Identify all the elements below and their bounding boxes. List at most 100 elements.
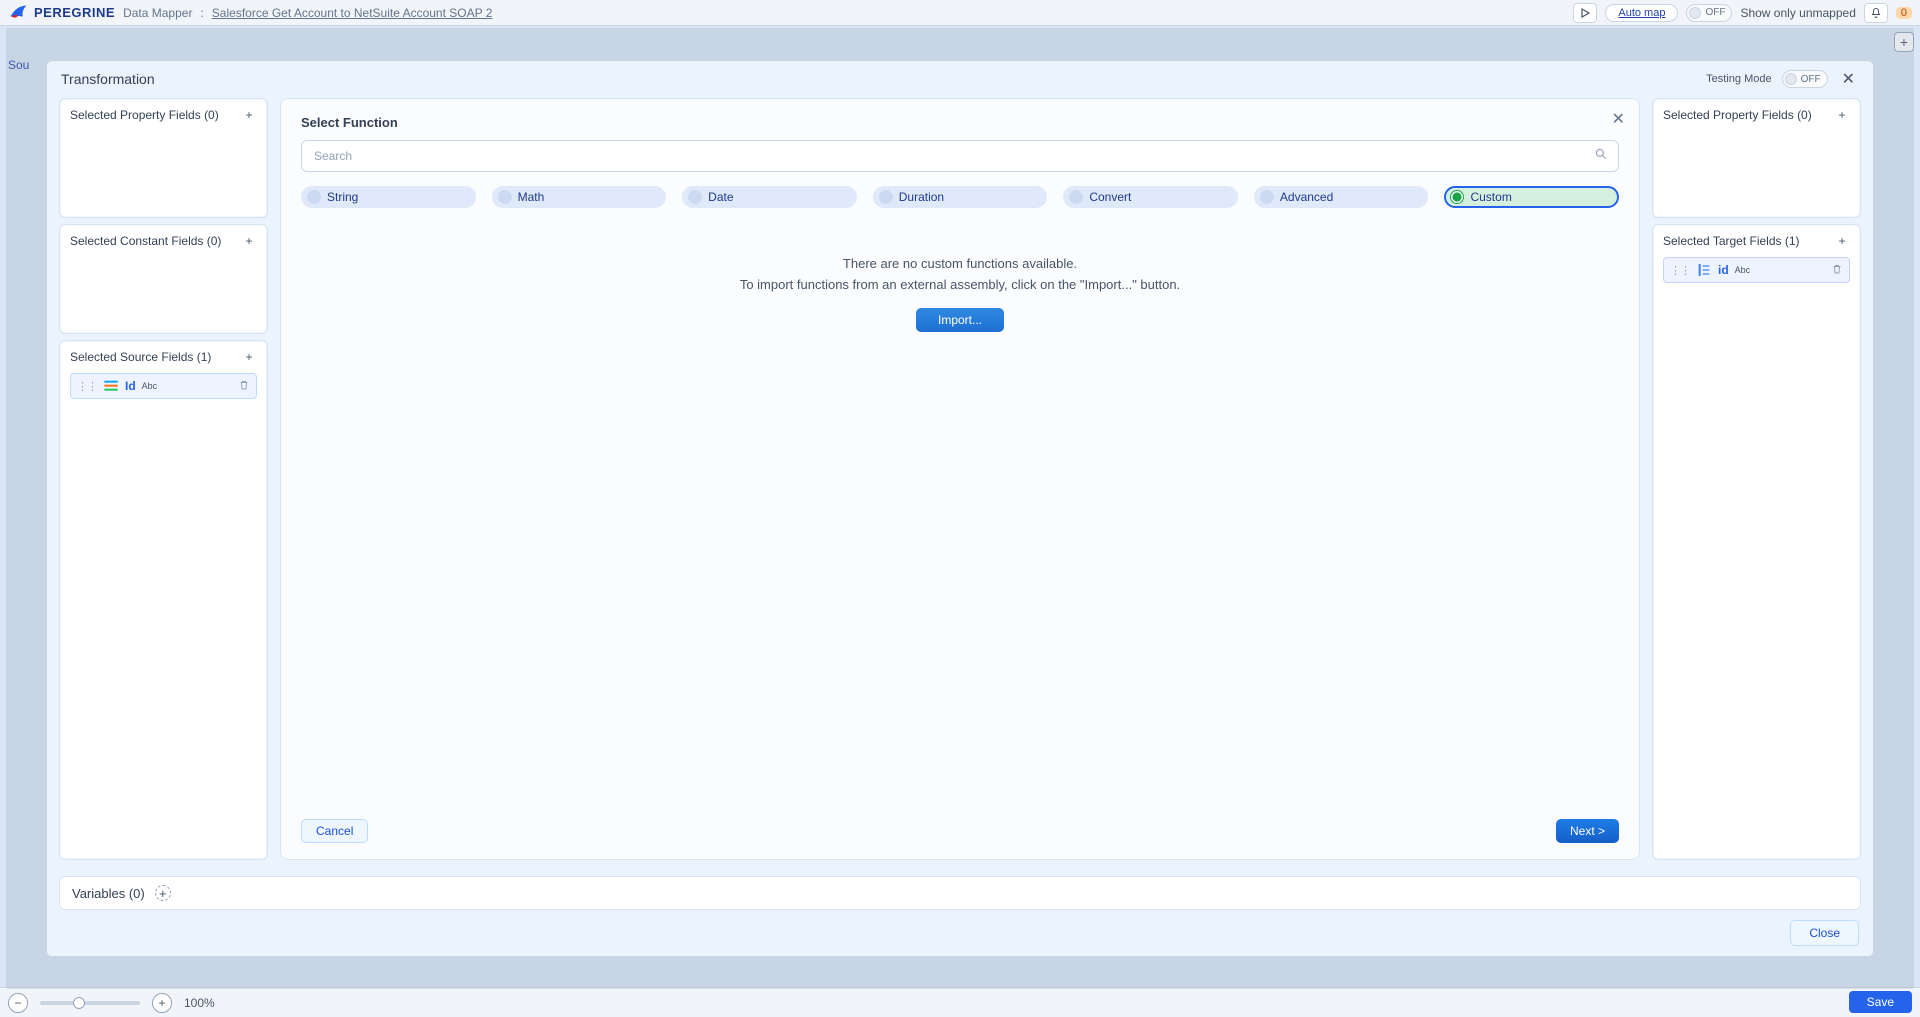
empty-state: There are no custom functions available.… — [301, 208, 1619, 809]
modal-header: Transformation Testing Mode OFF ✕ — [47, 61, 1873, 98]
crumb-title[interactable]: Salesforce Get Account to NetSuite Accou… — [212, 6, 493, 20]
off-toggle[interactable]: OFF — [1686, 4, 1732, 22]
automap-button[interactable]: Auto map — [1605, 4, 1678, 22]
category-duration[interactable]: Duration — [873, 186, 1048, 208]
close-button[interactable]: Close — [1790, 920, 1859, 946]
testing-mode-value: OFF — [1801, 74, 1821, 85]
category-label: String — [327, 190, 358, 204]
zoom-out-button[interactable]: − — [8, 993, 28, 1013]
category-convert[interactable]: Convert — [1063, 186, 1238, 208]
radio-icon — [1260, 190, 1274, 204]
right-column: Selected Property Fields (0) + Selected … — [1652, 98, 1861, 860]
zoom-slider[interactable] — [40, 1001, 140, 1005]
notifications-button[interactable] — [1864, 3, 1888, 23]
right-target-panel: Selected Target Fields (1) + ⋮⋮ id Abc — [1652, 224, 1861, 860]
app-footer: − + 100% Save — [0, 987, 1920, 1017]
category-label: Custom — [1470, 190, 1511, 204]
radio-icon — [879, 190, 893, 204]
transformation-modal: Transformation Testing Mode OFF ✕ Select… — [46, 60, 1874, 957]
warning-count[interactable]: 0 — [1896, 7, 1912, 19]
empty-line-2: To import functions from an external ass… — [740, 277, 1180, 292]
add-property-button[interactable]: + — [241, 107, 257, 123]
crumb-section: Data Mapper — [123, 6, 192, 20]
search-function-input[interactable] — [312, 141, 1594, 171]
peregrine-icon — [8, 2, 30, 24]
cancel-button[interactable]: Cancel — [301, 819, 368, 843]
left-property-panel: Selected Property Fields (0) + — [59, 98, 268, 218]
card-close-button[interactable]: ✕ — [1612, 109, 1625, 129]
add-target-button[interactable]: + — [1834, 233, 1850, 249]
left-constant-title: Selected Constant Fields (0) — [70, 234, 221, 248]
play-icon — [1580, 8, 1590, 18]
category-math[interactable]: Math — [492, 186, 667, 208]
radio-icon — [498, 190, 512, 204]
salesforce-icon — [103, 378, 119, 394]
add-source-button[interactable]: + — [241, 349, 257, 365]
category-label: Advanced — [1280, 190, 1333, 204]
modal-overlay: Transformation Testing Mode OFF ✕ Select… — [6, 28, 1914, 989]
modal-footer: Close — [47, 910, 1873, 956]
next-button[interactable]: Next > — [1556, 819, 1619, 843]
save-button[interactable]: Save — [1849, 991, 1912, 1013]
slider-thumb-icon — [73, 997, 85, 1009]
left-source-panel: Selected Source Fields (1) + ⋮⋮ Id Abc — [59, 340, 268, 860]
brand-logo: PEREGRINE — [8, 2, 115, 24]
add-constant-button[interactable]: + — [241, 233, 257, 249]
radio-icon — [688, 190, 702, 204]
variables-bar: Variables (0) + — [59, 876, 1861, 910]
left-column: Selected Property Fields (0) + Selected … — [59, 98, 268, 860]
add-variable-button[interactable]: + — [155, 885, 171, 901]
right-target-title: Selected Target Fields (1) — [1663, 234, 1800, 248]
testing-mode-toggle[interactable]: OFF — [1782, 70, 1828, 88]
empty-line-1: There are no custom functions available. — [843, 256, 1077, 271]
right-property-panel: Selected Property Fields (0) + — [1652, 98, 1861, 218]
drag-handle-icon[interactable]: ⋮⋮ — [1670, 264, 1690, 277]
category-custom[interactable]: Custom — [1444, 186, 1619, 208]
drag-handle-icon[interactable]: ⋮⋮ — [77, 380, 97, 393]
target-field-id: id — [1718, 263, 1729, 277]
center-column: Select Function ✕ String Math Date Duration… — [280, 98, 1640, 860]
testing-mode-label: Testing Mode — [1706, 73, 1771, 85]
trash-icon — [1831, 263, 1843, 275]
zoom-in-button[interactable]: + — [152, 993, 172, 1013]
category-advanced[interactable]: Advanced — [1254, 186, 1429, 208]
card-footer: Cancel Next > — [301, 809, 1619, 843]
search-icon — [1594, 147, 1608, 166]
target-field-type: Abc — [1735, 265, 1751, 275]
left-constant-panel: Selected Constant Fields (0) + — [59, 224, 268, 334]
category-date[interactable]: Date — [682, 186, 857, 208]
category-label: Math — [518, 190, 545, 204]
right-property-title: Selected Property Fields (0) — [1663, 108, 1812, 122]
bell-icon — [1870, 7, 1882, 19]
trash-icon — [238, 379, 250, 391]
source-field-chip[interactable]: ⋮⋮ Id Abc — [70, 373, 257, 399]
radio-icon — [1069, 190, 1083, 204]
modal-close-icon[interactable]: ✕ — [1838, 69, 1859, 89]
select-function-card: Select Function ✕ String Math Date Duration… — [280, 98, 1640, 860]
select-function-title: Select Function — [301, 115, 1619, 130]
source-field-id: Id — [125, 379, 136, 393]
remove-target-field-button[interactable] — [1831, 263, 1843, 278]
app-top-bar: PEREGRINE Data Mapper : Salesforce Get A… — [0, 0, 1920, 26]
source-field-type: Abc — [142, 381, 158, 391]
show-unmapped-label: Show only unmapped — [1740, 6, 1855, 20]
left-source-title: Selected Source Fields (1) — [70, 350, 211, 364]
category-label: Convert — [1089, 190, 1131, 204]
search-function-wrap — [301, 140, 1619, 172]
category-label: Duration — [899, 190, 944, 204]
toggle-dot-icon — [1785, 73, 1797, 85]
modal-title: Transformation — [61, 71, 155, 87]
modal-body: Selected Property Fields (0) + Selected … — [47, 98, 1873, 868]
category-string[interactable]: String — [301, 186, 476, 208]
radio-icon — [307, 190, 321, 204]
off-toggle-label: OFF — [1705, 7, 1725, 18]
add-right-property-button[interactable]: + — [1834, 107, 1850, 123]
remove-source-field-button[interactable] — [238, 379, 250, 394]
variables-label: Variables (0) — [72, 886, 145, 901]
target-field-chip[interactable]: ⋮⋮ id Abc — [1663, 257, 1850, 283]
radio-icon — [1450, 190, 1464, 204]
left-property-title: Selected Property Fields (0) — [70, 108, 219, 122]
category-row: String Math Date Duration Convert Advanced Cus… — [301, 186, 1619, 208]
run-button[interactable] — [1573, 3, 1597, 23]
import-button[interactable]: Import... — [916, 308, 1004, 332]
